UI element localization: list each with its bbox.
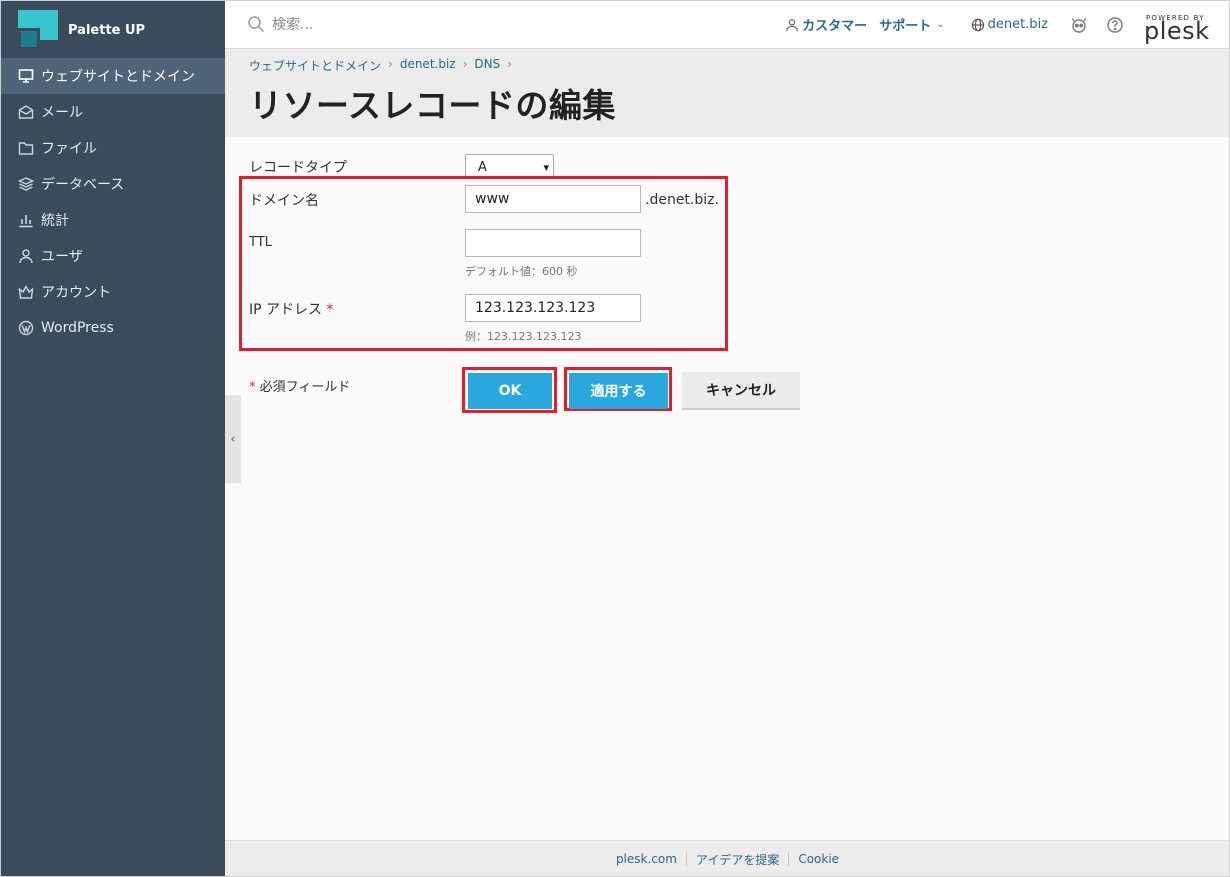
brand-logo-icon (18, 10, 58, 50)
footer-link-ideas[interactable]: アイデアを提案 (696, 851, 779, 868)
breadcrumb-separator: › (462, 57, 468, 71)
ip-address-label-text: IP アドレス (249, 302, 323, 318)
breadcrumb-item[interactable]: ウェブサイトとドメイン (249, 57, 381, 74)
sidebar-item-users[interactable]: ユーザ (0, 238, 225, 274)
required-mark: * (249, 380, 256, 395)
chevron-down-icon: ⌄ (936, 19, 945, 30)
footer: plesk.com アイデアを提案 Cookie (225, 840, 1230, 877)
sidebar-item-wordpress[interactable]: WordPress (0, 310, 225, 346)
sidebar-item-databases[interactable]: データベース (0, 166, 225, 202)
sidebar-item-websites-domains[interactable]: ウェブサイトとドメイン (0, 58, 225, 94)
domain-suffix: .denet.biz. (645, 192, 719, 208)
sidebar-item-label: ユーザ (41, 249, 83, 265)
cancel-button[interactable]: キャンセル (682, 372, 800, 410)
sidebar-collapse-toggle[interactable]: ‹ (225, 395, 241, 483)
top-header: 検索... カスタマー サポート ⌄ denet.biz POWERED BY … (225, 0, 1230, 49)
plesk-wordmark: plesk (1144, 16, 1210, 45)
sidebar-item-label: メール (41, 105, 83, 121)
search-box[interactable]: 検索... (247, 14, 313, 34)
domain-name-input[interactable]: www (465, 185, 641, 213)
plesk-logo[interactable]: POWERED BY plesk (1144, 5, 1209, 45)
help-icon[interactable] (1106, 16, 1124, 34)
sidebar-item-label: アカウント (41, 285, 111, 301)
ttl-label: TTL (249, 235, 272, 250)
brand-name: Palette UP (68, 22, 146, 38)
sidebar-nav: ウェブサイトとドメイン メール ファイル データベース 統計 ユーザ アカウント… (0, 58, 225, 346)
sidebar: Palette UP ウェブサイトとドメイン メール ファイル データベース 統… (0, 0, 225, 877)
ip-address-label: IP アドレス * (249, 299, 333, 319)
footer-separator (788, 852, 790, 866)
monitor-icon (17, 67, 35, 85)
customer-link[interactable]: カスタマー (785, 15, 867, 34)
sidebar-item-label: WordPress (41, 320, 114, 336)
search-icon (248, 16, 265, 33)
folder-icon (17, 139, 35, 157)
header-actions: カスタマー サポート ⌄ denet.biz POWERED BY plesk (785, 0, 1230, 49)
footer-link-plesk[interactable]: plesk.com (616, 852, 677, 866)
required-note-text: 必須フィールド (259, 380, 351, 395)
user-icon (17, 247, 35, 265)
apply-button[interactable]: 適用する (569, 373, 668, 409)
sidebar-item-account[interactable]: アカウント (0, 274, 225, 310)
sidebar-item-label: 統計 (41, 213, 69, 229)
breadcrumb-separator: › (507, 57, 513, 71)
sidebar-item-statistics[interactable]: 統計 (0, 202, 225, 238)
footer-link-cookie[interactable]: Cookie (798, 852, 839, 866)
globe-icon (971, 18, 984, 31)
record-type-value: A (478, 160, 487, 175)
ok-button[interactable]: OK (468, 373, 552, 409)
domain-switcher[interactable]: denet.biz (971, 17, 1048, 32)
sidebar-item-label: ファイル (41, 141, 97, 157)
customer-label: カスタマー (802, 19, 868, 34)
title-band: ウェブサイトとドメイン › denet.biz › DNS › リソースレコード… (225, 49, 1230, 137)
mail-icon (17, 103, 35, 121)
ttl-input[interactable] (465, 229, 641, 257)
sidebar-item-label: データベース (41, 177, 125, 193)
ttl-hint: デフォルト値：600 秒 (465, 265, 578, 278)
required-mark: * (326, 302, 334, 318)
wordpress-icon (17, 319, 35, 337)
search-input[interactable]: 検索... (272, 14, 313, 34)
sidebar-item-label: ウェブサイトとドメイン (41, 69, 195, 85)
record-type-label: レコードタイプ (249, 160, 347, 176)
breadcrumb: ウェブサイトとドメイン › denet.biz › DNS › (249, 57, 519, 74)
breadcrumb-separator: › (388, 57, 393, 71)
bar-chart-icon (17, 211, 35, 229)
breadcrumb-item[interactable]: DNS (474, 57, 500, 74)
chevron-left-icon: ‹ (230, 431, 236, 447)
feedback-icon[interactable] (1070, 16, 1088, 34)
support-label: サポート (879, 19, 932, 34)
ip-address-hint: 例：123.123.123.123 (465, 330, 582, 343)
database-icon (17, 175, 35, 193)
sidebar-item-files[interactable]: ファイル (0, 130, 225, 166)
domain-label: denet.biz (987, 17, 1048, 32)
brand[interactable]: Palette UP (18, 10, 145, 50)
breadcrumb-item[interactable]: denet.biz (400, 57, 456, 74)
user-icon (786, 18, 799, 31)
required-fields-note: * 必須フィールド (249, 376, 350, 395)
page-title: リソースレコードの編集 (249, 86, 616, 125)
ip-address-input[interactable]: 123.123.123.123 (465, 294, 641, 322)
footer-separator (685, 852, 687, 866)
sidebar-item-mail[interactable]: メール (0, 94, 225, 130)
crown-icon (17, 283, 35, 301)
support-menu[interactable]: サポート ⌄ (879, 15, 944, 34)
domain-name-label: ドメイン名 (249, 193, 319, 209)
